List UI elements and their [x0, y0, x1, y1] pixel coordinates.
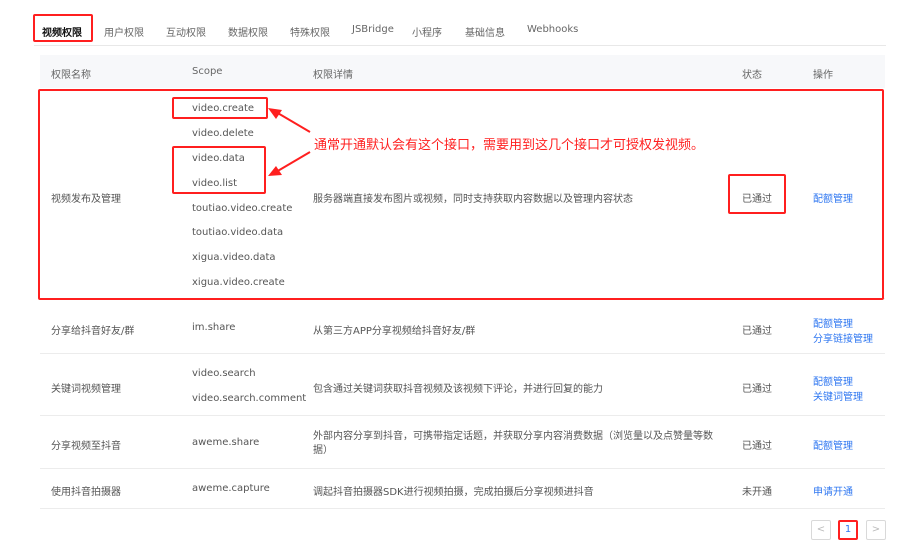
header-permission-name: 权限名称 — [51, 70, 91, 81]
header-status: 状态 — [742, 70, 762, 81]
status-highlight-box — [728, 174, 786, 214]
permission-name: 使用抖音拍摄器 — [51, 487, 121, 498]
permission-detail: 外部内容分享到抖音，可携带指定话题，并获取分享内容消费数据（浏览量以及点赞量等数… — [313, 431, 713, 456]
prev-page-button[interactable]: < — [811, 520, 831, 540]
permission-name: 分享视频至抖音 — [51, 441, 121, 452]
annotation-text: 通常开通默认会有这个接口，需要用到这几个接口才可授权发视频。 — [314, 138, 705, 153]
tab-webhooks[interactable]: Webhooks — [527, 24, 578, 35]
quota-management-link[interactable]: 配额管理 — [813, 437, 853, 452]
row-divider — [40, 468, 885, 469]
quota-management-link[interactable]: 配额管理 — [813, 373, 853, 388]
header-detail: 权限详情 — [313, 70, 353, 81]
tab-highlight-box — [33, 14, 93, 42]
scope-highlight-box — [172, 146, 266, 194]
tab-special-permission[interactable]: 特殊权限 — [290, 24, 330, 39]
scope-item: video.search — [192, 368, 256, 379]
status-text: 已通过 — [742, 326, 772, 337]
permission-detail: 包含通过关键词获取抖音视频及该视频下评论，并进行回复的能力 — [313, 384, 603, 395]
apply-enable-link[interactable]: 申请开通 — [813, 483, 853, 498]
status-text: 已通过 — [742, 384, 772, 395]
scope-item: aweme.capture — [192, 483, 270, 494]
tab-mini-program[interactable]: 小程序 — [412, 24, 442, 39]
status-text: 未开通 — [742, 487, 772, 498]
row-divider — [40, 353, 885, 354]
header-action: 操作 — [813, 70, 833, 81]
permission-name: 分享给抖音好友/群 — [51, 326, 135, 337]
quota-management-link[interactable]: 配额管理 — [813, 315, 853, 330]
share-link-management-link[interactable]: 分享链接管理 — [813, 330, 873, 345]
next-page-button[interactable]: > — [866, 520, 886, 540]
tab-data-permission[interactable]: 数据权限 — [228, 24, 268, 39]
permission-tabs: 视频权限 用户权限 互动权限 数据权限 特殊权限 JSBridge 小程序 基础… — [0, 0, 904, 50]
page-1-button[interactable]: 1 — [838, 520, 858, 540]
tab-user-permission[interactable]: 用户权限 — [104, 24, 144, 39]
scope-item: video.search.comment — [192, 393, 307, 404]
row-divider — [40, 415, 885, 416]
header-scope: Scope — [192, 66, 223, 77]
tab-basic-info[interactable]: 基础信息 — [465, 24, 505, 39]
scope-item: aweme.share — [192, 437, 260, 448]
permission-name: 关键词视频管理 — [51, 384, 121, 395]
scope-item: im.share — [192, 322, 236, 333]
status-text: 已通过 — [742, 441, 772, 452]
permission-detail: 从第三方APP分享视频给抖音好友/群 — [313, 326, 476, 337]
row-divider — [40, 508, 885, 509]
tab-interaction-permission[interactable]: 互动权限 — [166, 24, 206, 39]
tabs-divider — [34, 45, 886, 46]
permission-detail: 调起抖音拍摄器SDK进行视频拍摄，完成拍摄后分享视频进抖音 — [313, 487, 594, 498]
keyword-management-link[interactable]: 关键词管理 — [813, 388, 863, 403]
scope-highlight-box — [172, 97, 268, 119]
tab-jsbridge[interactable]: JSBridge — [352, 24, 394, 35]
